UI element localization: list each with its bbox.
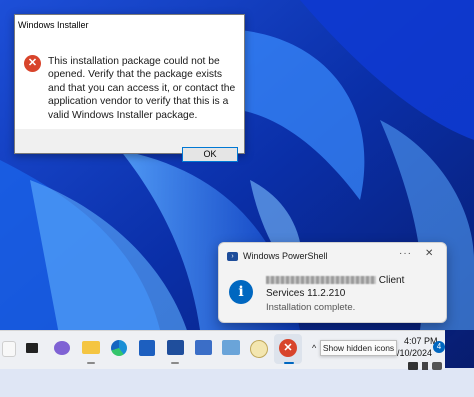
- redacted-text: [266, 276, 376, 285]
- ok-button[interactable]: OK: [182, 147, 238, 162]
- close-icon[interactable]: ✕: [425, 248, 433, 259]
- edge-icon[interactable]: [111, 340, 127, 356]
- monitor-icon[interactable]: [408, 362, 418, 370]
- clock-date[interactable]: 5/10/2024: [392, 348, 432, 358]
- powershell-ise-icon[interactable]: [195, 340, 212, 355]
- dialog-footer: OK: [15, 129, 244, 162]
- installer-dialog: Windows Installer ✕ This installation pa…: [14, 14, 245, 162]
- folder-icon[interactable]: [82, 341, 100, 354]
- start-icon[interactable]: [2, 341, 16, 357]
- running-indicator: [284, 362, 294, 364]
- chat-icon[interactable]: [54, 341, 70, 355]
- powershell-icon[interactable]: [167, 340, 184, 355]
- battery-icon[interactable]: [422, 362, 428, 370]
- toast-app-name: Windows PowerShell: [243, 251, 328, 261]
- dialog-body: ✕ This installation package could not be…: [15, 35, 244, 129]
- speaker-icon[interactable]: [432, 362, 442, 370]
- running-indicator: [87, 362, 95, 364]
- installer-error-icon[interactable]: ✕: [279, 339, 297, 357]
- clock-app-icon[interactable]: [250, 340, 268, 358]
- notification-badge[interactable]: 4: [433, 341, 445, 353]
- powershell-toast[interactable]: › Windows PowerShell ··· ✕ i Client Serv…: [218, 242, 447, 323]
- dialog-message: This installation package could not be o…: [48, 56, 236, 121]
- system-tray-icons: [408, 362, 445, 372]
- error-icon: ✕: [24, 55, 41, 72]
- chevron-up-icon[interactable]: ^: [312, 343, 316, 353]
- dialog-title: Windows Installer: [18, 20, 89, 30]
- ok-button-label: OK: [203, 149, 217, 159]
- tv-icon[interactable]: [26, 343, 38, 353]
- running-indicator: [171, 362, 179, 364]
- toast-title: Client Services 11.2.210: [266, 274, 441, 300]
- remote-desktop-icon[interactable]: [222, 340, 240, 355]
- toast-body: Installation complete.: [266, 302, 356, 313]
- powershell-app-icon: ›: [227, 252, 238, 261]
- show-hidden-icons-tooltip: Show hidden icons: [320, 340, 397, 356]
- info-icon: i: [229, 280, 253, 304]
- more-options-icon[interactable]: ···: [399, 248, 412, 259]
- store-icon[interactable]: [139, 340, 155, 356]
